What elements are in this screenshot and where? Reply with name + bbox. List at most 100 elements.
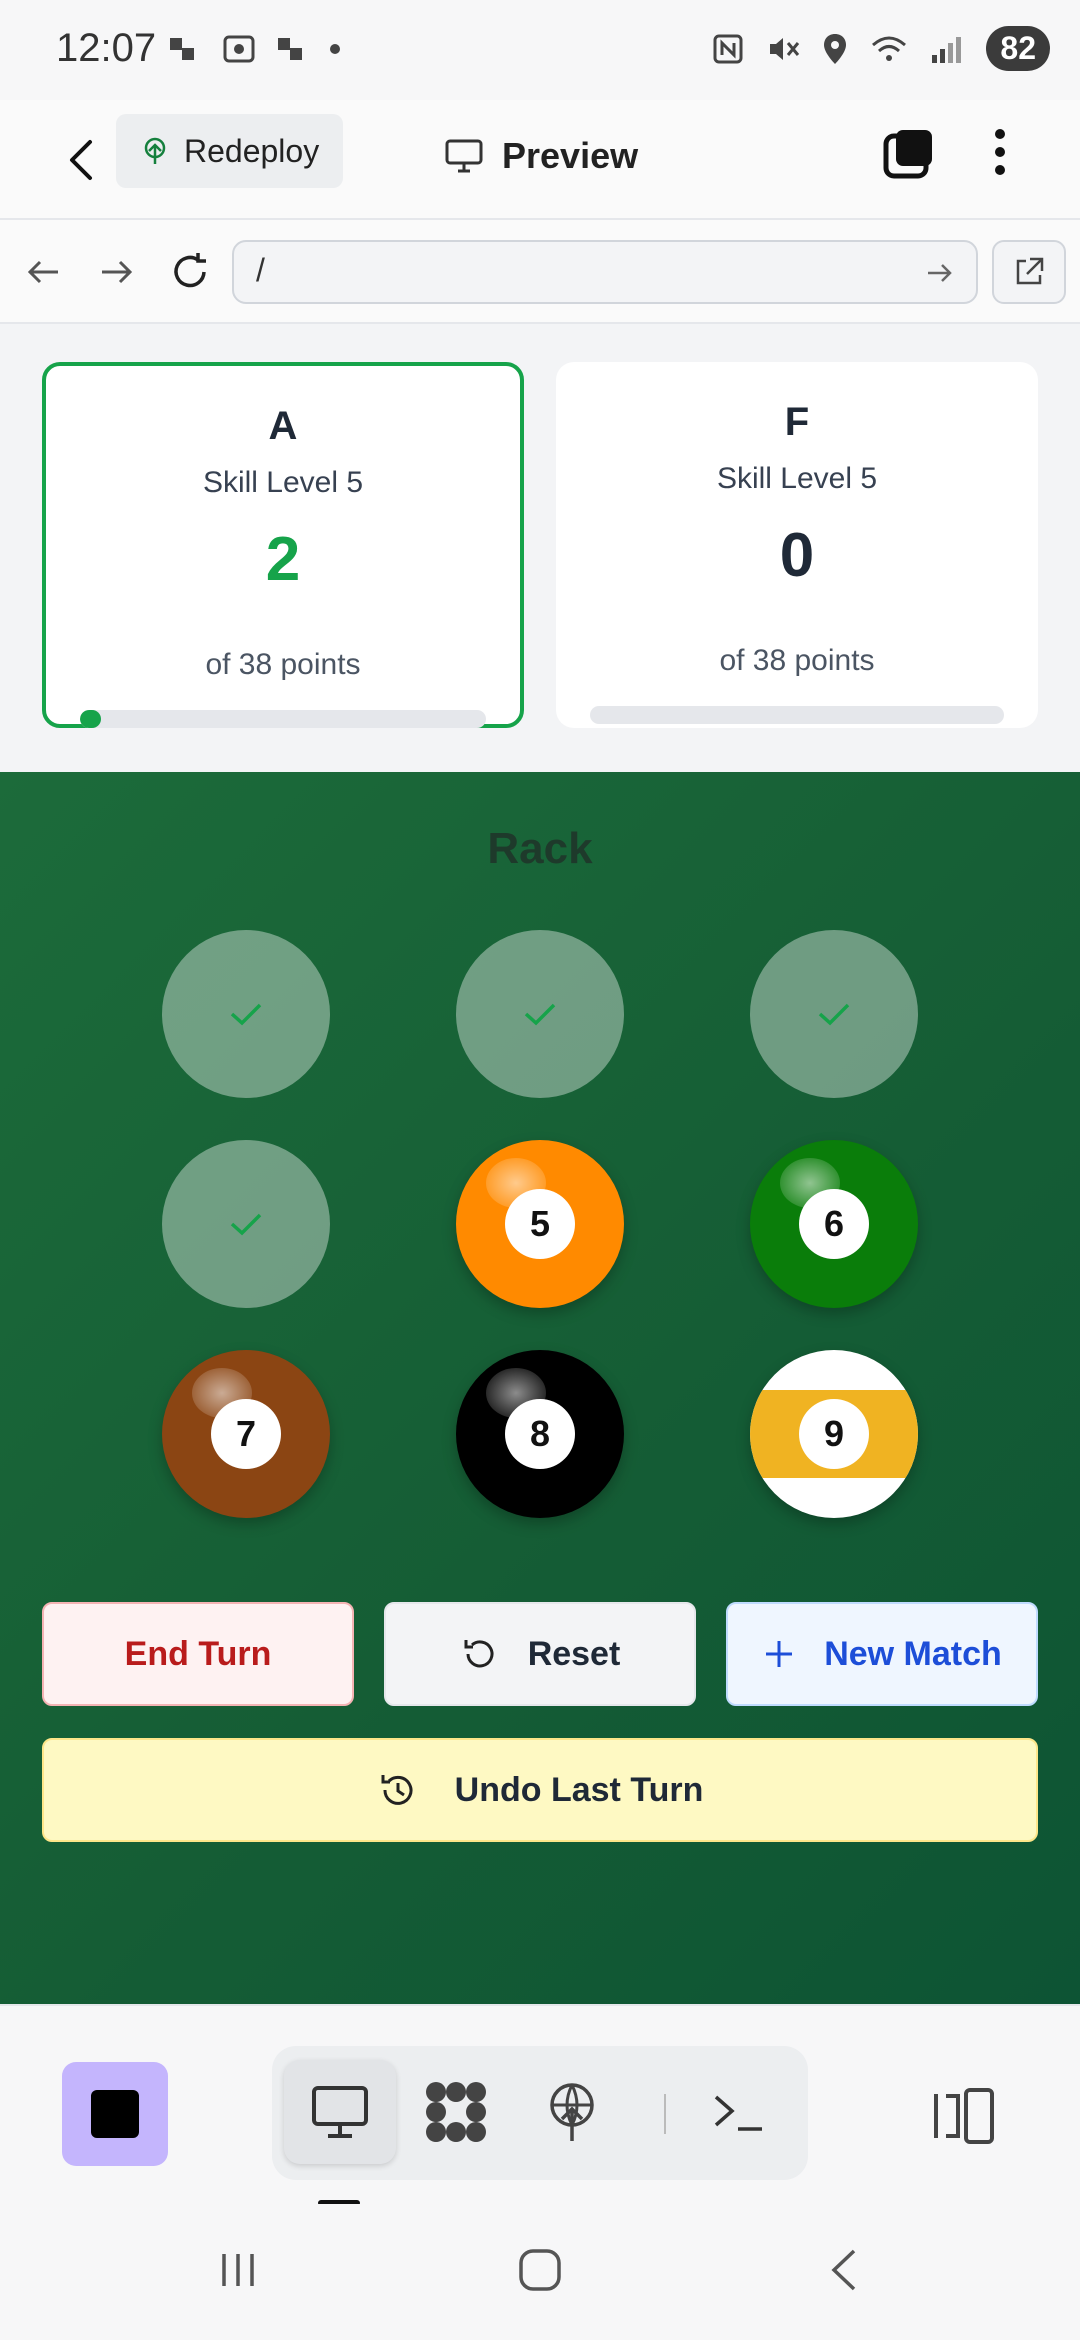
recent-apps-button[interactable] [208, 2240, 268, 2300]
dot-icon [330, 44, 340, 54]
score-progress-bar [590, 706, 1004, 724]
player-score: 2 [265, 525, 301, 594]
more-vert-icon [995, 129, 1005, 175]
undo-label: Undo Last Turn [454, 1770, 704, 1809]
score-progress-fill [80, 710, 102, 728]
reload-icon [174, 253, 206, 288]
ball-9[interactable]: 9 [750, 1350, 918, 1518]
reset-label: Reset [527, 1634, 621, 1673]
nodes-icon [426, 2082, 486, 2142]
nfc-icon [713, 34, 743, 63]
go-arrow-icon[interactable] [922, 256, 956, 290]
ball-5[interactable]: 5 [456, 1140, 624, 1308]
ball-3-pocketed[interactable] [750, 930, 918, 1098]
workflows-tool-button[interactable] [400, 2060, 512, 2164]
ball-4-pocketed[interactable] [162, 1140, 330, 1308]
new-match-button[interactable]: New Match [726, 1602, 1038, 1706]
monitor-icon [312, 2086, 368, 2138]
reset-icon [464, 1640, 494, 1668]
tabs-icon [883, 130, 932, 179]
player-card-f[interactable]: F Skill Level 5 0 of 38 points [556, 362, 1038, 728]
deploy-icon [144, 137, 166, 164]
arrow-right-icon [102, 260, 133, 284]
player-card-a[interactable]: A Skill Level 5 2 of 38 points [42, 362, 524, 728]
arrow-left-icon [27, 260, 58, 284]
shell-tool-button[interactable] [682, 2060, 794, 2164]
square-notif-icon [278, 34, 308, 64]
rack-title: Rack [487, 824, 593, 873]
status-time: 12:07 [56, 26, 157, 70]
player-score: 0 [779, 521, 815, 590]
monitor-icon [445, 139, 483, 173]
more-options-button[interactable] [980, 122, 1020, 182]
plus-icon [766, 1641, 793, 1667]
reload-button[interactable] [168, 250, 212, 294]
signal-icon [932, 36, 962, 63]
url-text: / [256, 252, 265, 288]
back-icon [831, 2249, 856, 2291]
browser-bar: / [0, 220, 1080, 324]
score-progress-bar [80, 710, 486, 728]
open-external-button[interactable] [992, 240, 1066, 304]
player-target: of 38 points [719, 644, 875, 677]
reset-button[interactable]: Reset [384, 1602, 696, 1706]
stop-button[interactable] [62, 2062, 168, 2166]
stop-icon [91, 2090, 139, 2138]
deploy-icon [550, 2083, 594, 2141]
browser-back-button[interactable] [22, 250, 66, 294]
ball-8[interactable]: 8 [456, 1350, 624, 1518]
ball-number: 9 [799, 1399, 869, 1469]
check-icon [230, 1213, 262, 1236]
tool-switcher [272, 2046, 808, 2180]
check-icon [230, 1003, 262, 1026]
home-icon [519, 2249, 561, 2291]
preview-title: Preview [444, 126, 638, 186]
system-navigation-bar [0, 2204, 1080, 2340]
redeploy-label: Redeploy [184, 132, 320, 169]
terminal-icon [714, 2095, 762, 2131]
page-title: Preview [502, 135, 639, 176]
recent-apps-icon [222, 2254, 254, 2286]
ball-number: 7 [211, 1399, 281, 1469]
ball-2-pocketed[interactable] [456, 930, 624, 1098]
url-input[interactable]: / [232, 240, 978, 304]
check-icon [818, 1003, 850, 1026]
home-button[interactable] [510, 2240, 570, 2300]
notification-icons [170, 34, 340, 64]
location-icon [824, 33, 847, 64]
undo-last-turn-button[interactable]: Undo Last Turn [42, 1738, 1038, 1842]
system-icons: 82 [712, 26, 1050, 71]
new-match-label: New Match [824, 1634, 1002, 1673]
ball-number: 8 [505, 1399, 575, 1469]
app-bar: Redeploy Preview [0, 100, 1080, 220]
external-link-icon [1016, 257, 1044, 285]
end-turn-label: End Turn [124, 1634, 272, 1673]
square-notif-icon [170, 34, 200, 64]
redeploy-button[interactable]: Redeploy [116, 114, 344, 188]
scoreboard: A Skill Level 5 2 of 38 points F Skill L… [0, 326, 1080, 772]
deploy-tool-button[interactable] [516, 2060, 628, 2164]
bottom-toolbar [0, 2004, 1080, 2206]
player-target: of 38 points [205, 648, 361, 681]
ball-7[interactable]: 7 [162, 1350, 330, 1518]
player-name: A [268, 404, 298, 448]
preview-tool-button[interactable] [284, 2060, 396, 2164]
ball-1-pocketed[interactable] [162, 930, 330, 1098]
wifi-icon [872, 36, 907, 61]
back-button[interactable] [52, 130, 112, 190]
player-name: F [784, 400, 810, 444]
browser-forward-button[interactable] [94, 250, 138, 294]
player-skill-level: Skill Level 5 [716, 462, 878, 495]
split-view-button[interactable] [930, 2086, 996, 2146]
system-back-button[interactable] [814, 2240, 874, 2300]
ball-number: 6 [799, 1189, 869, 1259]
tabs-button[interactable] [880, 124, 940, 184]
check-icon [524, 1003, 556, 1026]
toolbar-divider [664, 2094, 666, 2134]
end-turn-button[interactable]: End Turn [42, 1602, 354, 1706]
ball-number: 5 [505, 1189, 575, 1259]
mute-icon [770, 37, 800, 60]
ball-6[interactable]: 6 [750, 1140, 918, 1308]
player-skill-level: Skill Level 5 [202, 466, 364, 499]
chevron-left-icon [70, 140, 92, 180]
